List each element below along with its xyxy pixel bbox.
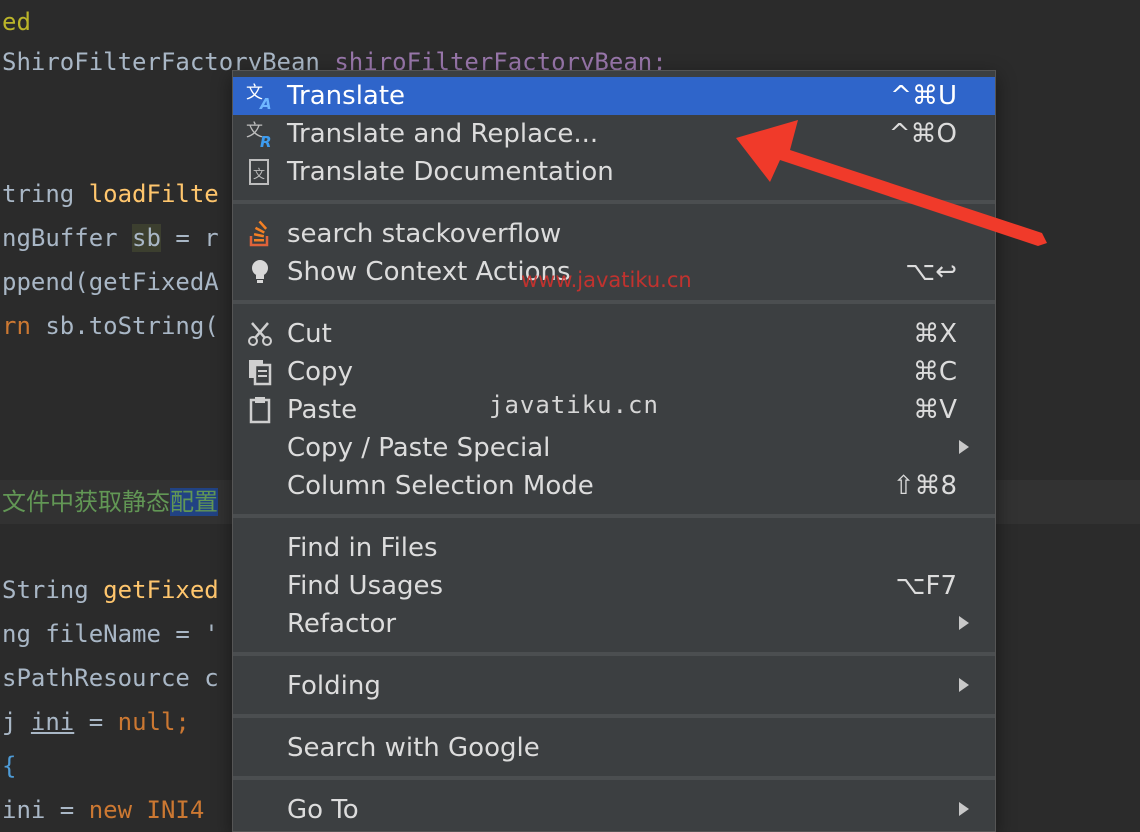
menu-item-label: Go To	[287, 795, 359, 825]
copy-icon	[249, 360, 272, 386]
shortcut-label: ⌘C	[912, 357, 957, 387]
menu-item-find-usages[interactable]: Find Usages ⌥F7	[233, 567, 995, 605]
code-line: ppend(getFixedA	[2, 268, 219, 296]
menu-item-label: Search with Google	[287, 733, 540, 763]
menu-separator	[233, 514, 995, 518]
menu-item-label: Folding	[287, 671, 381, 701]
code-comment-line: 文件中获取静态配置	[2, 488, 218, 516]
svg-text:A: A	[259, 95, 272, 111]
shortcut-label: ⌘V	[913, 395, 957, 425]
menu-separator	[233, 652, 995, 656]
svg-text:R: R	[260, 133, 272, 149]
menu-item-column-selection-mode[interactable]: Column Selection Mode ⇧⌘8	[233, 467, 995, 505]
menu-item-label: Copy / Paste Special	[287, 433, 551, 463]
menu-item-label: Cut	[287, 319, 332, 349]
code-line: {	[2, 752, 17, 780]
menu-separator	[233, 714, 995, 718]
menu-item-search-with-google[interactable]: Search with Google	[233, 729, 995, 767]
paste-icon	[249, 397, 271, 424]
menu-item-label: Copy	[287, 357, 353, 387]
shortcut-label: ^⌘U	[890, 81, 957, 111]
submenu-arrow-icon	[959, 616, 969, 630]
menu-item-label: Translate and Replace...	[287, 119, 599, 149]
translate-replace-icon: 文 R	[246, 121, 272, 149]
submenu-arrow-icon	[959, 440, 969, 454]
menu-separator	[233, 300, 995, 304]
code-line: ng fileName = '	[2, 620, 219, 648]
code-line: ini = new INI4	[2, 796, 205, 824]
translate-doc-icon: 文	[249, 159, 269, 185]
menu-item-label: search stackoverflow	[287, 219, 562, 249]
menu-item-go-to[interactable]: Go To	[233, 791, 995, 829]
code-line: rn sb.toString(	[2, 312, 219, 340]
menu-item-translate-and-replace[interactable]: 文 R Translate and Replace... ^⌘O	[233, 115, 995, 153]
code-line: tring loadFilte	[2, 180, 219, 208]
submenu-arrow-icon	[959, 802, 969, 816]
code-line: sPathResource c	[2, 664, 219, 692]
svg-text:文: 文	[253, 166, 265, 181]
shortcut-label: ⌥↩	[905, 257, 957, 287]
shortcut-label: ^⌘O	[888, 119, 957, 149]
menu-item-refactor[interactable]: Refactor	[233, 605, 995, 643]
menu-item-label: Refactor	[287, 609, 397, 639]
scissors-icon	[248, 322, 272, 346]
menu-item-find-in-files[interactable]: Find in Files	[233, 529, 995, 567]
lightbulb-icon	[252, 260, 268, 283]
shortcut-label: ⌥F7	[895, 571, 957, 601]
shortcut-label: ⇧⌘8	[892, 471, 957, 501]
watermark-red: www.javatiku.cn	[521, 268, 692, 292]
code-line: j ini = null;	[2, 708, 190, 736]
menu-separator	[233, 776, 995, 780]
menu-item-copy[interactable]: Copy ⌘C	[233, 353, 995, 391]
menu-item-label: Translate	[287, 81, 406, 111]
submenu-arrow-icon	[959, 678, 969, 692]
shortcut-label: ⌘X	[913, 319, 957, 349]
menu-item-copy-paste-special[interactable]: Copy / Paste Special	[233, 429, 995, 467]
menu-item-label: Find Usages	[287, 571, 444, 601]
menu-item-translate[interactable]: 文 A Translate ^⌘U	[233, 77, 995, 115]
code-line: ed	[2, 8, 31, 36]
watermark-gray: javatiku.cn	[489, 391, 659, 419]
stackoverflow-icon	[249, 220, 269, 247]
code-line: String getFixed	[2, 576, 219, 604]
code-line: ngBuffer sb = r	[2, 224, 219, 252]
context-menu: 文 A Translate ^⌘U 文 R Translate and Repl…	[232, 70, 996, 832]
menu-item-cut[interactable]: Cut ⌘X	[233, 315, 995, 353]
menu-item-label: Paste	[287, 395, 358, 425]
translate-icon: 文 A	[246, 83, 272, 111]
menu-item-folding[interactable]: Folding	[233, 667, 995, 705]
menu-item-translate-documentation[interactable]: 文 Translate Documentation	[233, 153, 995, 191]
menu-separator	[233, 200, 995, 204]
menu-item-label: Find in Files	[287, 533, 438, 563]
menu-item-label: Translate Documentation	[287, 157, 614, 187]
menu-item-label: Column Selection Mode	[287, 471, 594, 501]
menu-item-search-stackoverflow[interactable]: search stackoverflow	[233, 215, 995, 253]
